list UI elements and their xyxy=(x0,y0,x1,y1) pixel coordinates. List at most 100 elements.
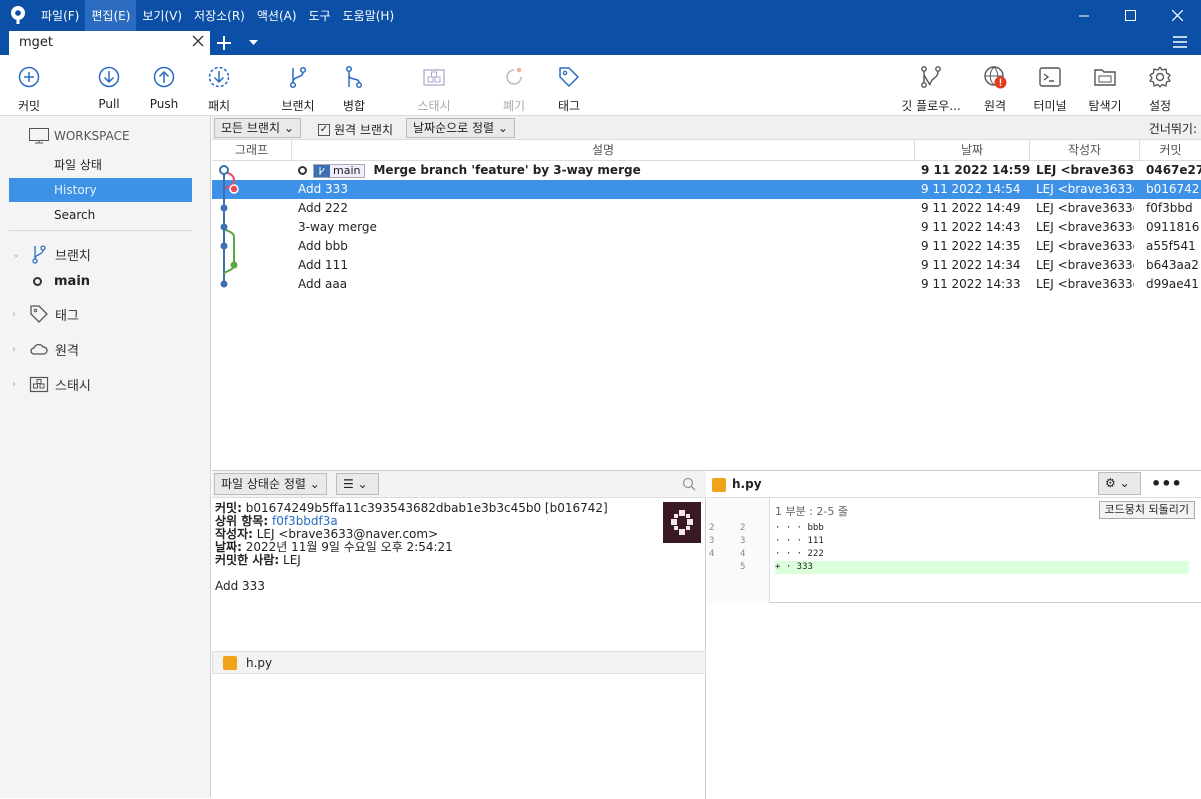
sidebar-item-search[interactable]: Search xyxy=(9,203,192,227)
table-row[interactable]: main Merge branch 'feature' by 3-way merg… xyxy=(212,161,1201,180)
sidebar-item-file-status[interactable]: 파일 상태 xyxy=(9,153,192,177)
history-table-header: 그래프 설명 날짜 작성자 커밋 xyxy=(212,140,1201,161)
skip-label: 건너뛰기: xyxy=(1148,122,1197,136)
more-options-icon[interactable]: ••• xyxy=(1151,474,1182,493)
branch-button[interactable]: 브랜치 xyxy=(268,65,328,114)
gitflow-button[interactable]: 깃 플로우... xyxy=(896,65,966,114)
sidebar-section-branches[interactable]: ⌄ 브랜치 xyxy=(12,244,91,264)
col-commit[interactable]: 커밋 xyxy=(1140,140,1201,160)
sidebar-section-tags[interactable]: › 태그 xyxy=(12,304,79,324)
diff-line: 2 2 · · · bbb xyxy=(709,523,824,533)
sidebar-section-stashes[interactable]: › 스태시 xyxy=(12,374,91,394)
settings-button[interactable]: 설정 xyxy=(1130,65,1190,114)
close-button[interactable] xyxy=(1154,0,1201,31)
tab-dropdown-icon[interactable] xyxy=(249,40,258,46)
maximize-icon xyxy=(1125,10,1136,21)
table-row[interactable]: Add 222 9 11 2022 14:49 LEJ <brave3633@ … xyxy=(212,199,1201,218)
maximize-button[interactable] xyxy=(1107,0,1154,31)
commit-date: 9 11 2022 14:49 xyxy=(921,201,1021,215)
lower-panels: 파일 상태순 정렬 ⌄ ☰ ⌄ 커밋: b01674249b5ffa11c393… xyxy=(212,470,1201,799)
sidebar-divider xyxy=(9,230,192,231)
commit-message: Add 333 xyxy=(215,579,265,593)
col-description[interactable]: 설명 xyxy=(292,140,915,160)
diff-panel: h.py ⚙ ⌄ ••• 1 부분 : 2-5 줄 코드뭉치 되돌리기 2 2 · … xyxy=(707,471,1201,799)
revert-hunk-button[interactable]: 코드뭉치 되돌리기 xyxy=(1098,501,1195,519)
stash-button[interactable]: 스태시 xyxy=(404,65,464,114)
commit-description: Add bbb xyxy=(298,239,348,253)
diff-line-added: 5 + · 333 xyxy=(707,561,1201,574)
commit-date: 9 11 2022 14:33 xyxy=(921,277,1021,291)
search-icon[interactable] xyxy=(682,477,696,491)
graph-node xyxy=(220,223,228,231)
workspace-header: WORKSPACE xyxy=(29,128,130,144)
table-row[interactable]: Add aaa 9 11 2022 14:33 LEJ <brave3633@ … xyxy=(212,275,1201,294)
menu-view[interactable]: 보기(V) xyxy=(136,0,188,31)
commit-author: LEJ <brave3633@ xyxy=(1036,163,1134,177)
push-button[interactable]: Push xyxy=(134,65,194,111)
commit-button[interactable]: 커밋 xyxy=(0,65,59,114)
col-date[interactable]: 날짜 xyxy=(915,140,1030,160)
sidebar-section-remotes[interactable]: › 원격 xyxy=(12,339,79,359)
minimize-button[interactable] xyxy=(1060,0,1107,31)
monitor-icon xyxy=(29,128,49,144)
changed-file-item[interactable]: h.py xyxy=(212,651,706,674)
menu-actions[interactable]: 액션(A) xyxy=(251,0,303,31)
menu-tools[interactable]: 도구 xyxy=(303,0,337,31)
diff-line: 4 4 · · · 222 xyxy=(709,549,824,559)
table-row[interactable]: Add bbb 9 11 2022 14:35 LEJ <brave3633@ … xyxy=(212,237,1201,256)
commit-full-hash: b01674249b5ffa11c393543682dbab1e3b3c45b0… xyxy=(245,501,608,515)
terminal-button[interactable]: 터미널 xyxy=(1020,65,1080,114)
commit-hash: 0911816 xyxy=(1146,220,1200,234)
new-tab-icon[interactable] xyxy=(216,35,232,51)
discard-button[interactable]: 폐기 xyxy=(484,65,544,114)
commit-description: Merge branch 'feature' by 3-way merge xyxy=(373,163,641,177)
chevron-right-icon: › xyxy=(12,343,16,355)
tag-button[interactable]: 태그 xyxy=(539,65,599,114)
checkbox-checked-icon: ✓ xyxy=(318,123,330,136)
cloud-icon xyxy=(30,343,48,355)
discard-icon xyxy=(506,67,522,85)
commit-author: LEJ <brave3633@ xyxy=(1036,182,1134,196)
merge-button[interactable]: 병합 xyxy=(324,65,384,114)
file-sort-dropdown[interactable]: 파일 상태순 정렬 ⌄ xyxy=(214,473,327,495)
commit-description: 3-way merge xyxy=(298,220,377,234)
diff-options-dropdown[interactable]: ⚙ ⌄ xyxy=(1098,472,1141,495)
branch-filter-dropdown[interactable]: 모든 브랜치 ⌄ xyxy=(214,118,301,138)
menu-help[interactable]: 도움말(H) xyxy=(337,0,401,31)
view-mode-dropdown[interactable]: ☰ ⌄ xyxy=(336,473,379,495)
branch-icon xyxy=(314,164,330,177)
sort-dropdown[interactable]: 날짜순으로 정렬 ⌄ xyxy=(406,118,515,138)
tab-repo[interactable]: mget xyxy=(9,31,210,55)
menu-file[interactable]: 파일(F) xyxy=(35,0,85,31)
minimize-icon xyxy=(1078,15,1089,16)
branch-badge[interactable]: main xyxy=(313,163,366,178)
commit-date: 9 11 2022 14:43 xyxy=(921,220,1021,234)
commit-description: Add aaa xyxy=(298,277,348,291)
globe-warning-icon xyxy=(984,66,1007,89)
hamburger-icon[interactable] xyxy=(1173,36,1187,48)
menu-repository[interactable]: 저장소(R) xyxy=(188,0,251,31)
commit-info: 커밋: b01674249b5ffa11c393543682dbab1e3b3c… xyxy=(215,502,655,593)
sidebar-item-history[interactable]: History xyxy=(9,178,192,202)
remote-button[interactable]: 원격 xyxy=(965,65,1025,114)
remote-branches-checkbox[interactable]: ✓ 원격 브랜치 xyxy=(318,121,393,138)
head-indicator-icon xyxy=(298,166,307,175)
sidebar-branch-main[interactable]: main xyxy=(33,274,90,289)
commit-description: Add 111 xyxy=(298,258,348,272)
pull-button[interactable]: Pull xyxy=(79,65,139,111)
table-row[interactable]: Add 111 9 11 2022 14:34 LEJ <brave3633@ … xyxy=(212,256,1201,275)
merge-icon xyxy=(345,65,363,89)
tab-bar: mget xyxy=(0,31,1201,55)
explorer-button[interactable]: 탐색기 xyxy=(1075,65,1135,114)
table-row[interactable]: 3-way merge 9 11 2022 14:43 LEJ <brave36… xyxy=(212,218,1201,237)
fetch-button[interactable]: 패치 xyxy=(189,65,249,114)
col-graph[interactable]: 그래프 xyxy=(212,140,292,160)
modified-file-icon xyxy=(223,656,237,670)
commit-hash: d99ae41 xyxy=(1146,277,1199,291)
commit-description: Add 333 xyxy=(298,182,348,196)
menu-edit[interactable]: 편집(E) xyxy=(85,0,137,31)
tab-close-icon[interactable] xyxy=(192,35,204,47)
table-row[interactable]: Add 333 9 11 2022 14:54 LEJ <brave3633@ … xyxy=(212,180,1201,199)
col-author[interactable]: 작성자 xyxy=(1030,140,1140,160)
parent-link[interactable]: f0f3bbdf3a xyxy=(272,514,338,528)
